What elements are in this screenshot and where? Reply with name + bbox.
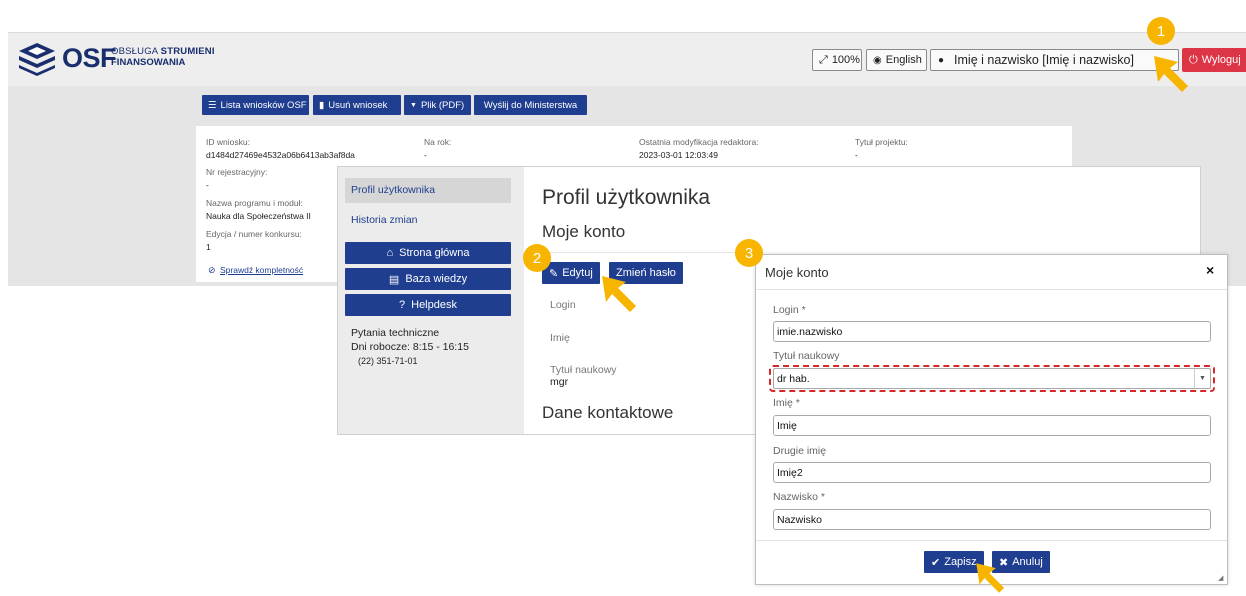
edition-label: Edycja / numer konkursu:	[206, 229, 302, 239]
modal-second-name-label: Drugie imię	[773, 445, 827, 457]
edition-value: 1	[206, 242, 211, 252]
reg-label: Nr rejestracyjny:	[206, 167, 268, 177]
modified-label: Ostatnia modyfikacja redaktora:	[639, 137, 759, 147]
year-value: -	[424, 150, 427, 160]
profile-title: Profil użytkownika	[542, 186, 711, 209]
modal-footer-divider	[756, 540, 1227, 541]
account-heading: Moje konto	[542, 222, 626, 241]
home-button[interactable]: ⌂ Strona główna	[345, 242, 511, 264]
step-marker-3: 3	[735, 239, 763, 267]
check-circle-icon: ⊘	[208, 265, 216, 275]
pdf-file-dropdown[interactable]: ▼ Plik (PDF)	[404, 95, 471, 115]
modal-name-label: Imię *	[773, 397, 800, 409]
delete-application-button[interactable]: ▮ Usuń wniosek	[313, 95, 401, 115]
name-input[interactable]: Imię	[773, 415, 1211, 436]
edit-button[interactable]: ✎ Edytuj	[542, 262, 600, 284]
caret-down-icon: ▼	[410, 101, 417, 109]
id-value: d1484d27469e4532a06b6413ab3af8da	[206, 150, 355, 160]
list-icon: ☰	[208, 99, 217, 111]
degree-label: Tytuł naukowy	[550, 364, 617, 376]
resize-icon: ⤢	[819, 53, 828, 66]
home-icon: ⌂	[386, 247, 394, 259]
pencil-icon: ✎	[549, 267, 559, 280]
contact-heading: Dane kontaktowe	[542, 403, 674, 422]
zoom-button[interactable]: ⤢ 100%	[812, 49, 862, 71]
application-list-button[interactable]: ☰ Lista wniosków OSF	[202, 95, 309, 115]
book-icon: ▤	[388, 273, 400, 286]
cursor-arrow-icon	[602, 276, 636, 312]
logo-subtitle-1: OBSŁUGA STRUMIENI	[111, 46, 215, 57]
program-value: Nauka dla Społeczeństwa II	[206, 211, 311, 221]
tech-support-hours: Dni robocze: 8:15 - 16:15	[351, 341, 469, 353]
modal-surname-label: Nazwisko *	[773, 491, 825, 503]
modal-header-divider	[756, 289, 1227, 290]
highlight-box	[769, 365, 1215, 392]
check-icon: ✔	[931, 556, 941, 569]
degree-value: mgr	[550, 376, 569, 388]
close-icon[interactable]: ×	[1206, 262, 1214, 278]
login-label: Login	[550, 299, 576, 311]
user-icon: ●	[938, 54, 945, 66]
project-value: -	[855, 150, 858, 160]
tech-support-phone: (22) 351-71-01	[358, 356, 418, 366]
logo-text: OSF	[62, 43, 117, 73]
cursor-arrow-icon	[1154, 56, 1188, 92]
user-button[interactable]: ● Imię i nazwisko [Imię i nazwisko]	[930, 49, 1179, 71]
step-marker-1: 1	[1147, 17, 1175, 45]
knowledge-base-button[interactable]: ▤ Baza wiedzy	[345, 268, 511, 290]
second-name-input[interactable]: Imię2	[773, 462, 1211, 483]
helpdesk-button[interactable]: ? Helpdesk	[345, 294, 511, 316]
cursor-arrow-icon	[976, 563, 1005, 593]
modified-value: 2023-03-01 12:03:49	[639, 150, 718, 160]
modal-title: Moje konto	[765, 265, 829, 280]
modal-degree-label: Tytuł naukowy	[773, 350, 840, 362]
send-ministry-button[interactable]: Wyślij do Ministerstwa	[474, 95, 587, 115]
globe-icon: ◉	[873, 54, 882, 66]
trash-icon: ▮	[319, 99, 325, 111]
step-marker-2: 2	[523, 244, 551, 272]
year-label: Na rok:	[424, 137, 452, 147]
sidebar-item-profile[interactable]: Profil użytkownika	[345, 178, 511, 203]
osf-logo-icon	[19, 43, 55, 76]
sidebar-item-history[interactable]: Historia zmian	[351, 214, 418, 226]
id-label: ID wniosku:	[206, 137, 250, 147]
check-completeness-link[interactable]: ⊘ Sprawdź kompletność	[208, 260, 303, 278]
resize-handle-icon[interactable]: ◢	[1218, 574, 1223, 582]
question-icon: ?	[399, 299, 406, 311]
divider	[530, 252, 755, 253]
login-input[interactable]: imie.nazwisko	[773, 321, 1211, 342]
tech-support-title: Pytania techniczne	[351, 327, 440, 339]
surname-input[interactable]: Nazwisko	[773, 509, 1211, 530]
language-button[interactable]: ◉ English	[866, 49, 927, 71]
logo-subtitle-2: FINANSOWANIA	[111, 57, 186, 68]
project-label: Tytuł projektu:	[855, 137, 908, 147]
name-label: Imię	[550, 332, 570, 344]
modal-login-label: Login *	[773, 304, 806, 316]
reg-value: -	[206, 180, 209, 190]
program-label: Nazwa programu i moduł:	[206, 198, 303, 208]
